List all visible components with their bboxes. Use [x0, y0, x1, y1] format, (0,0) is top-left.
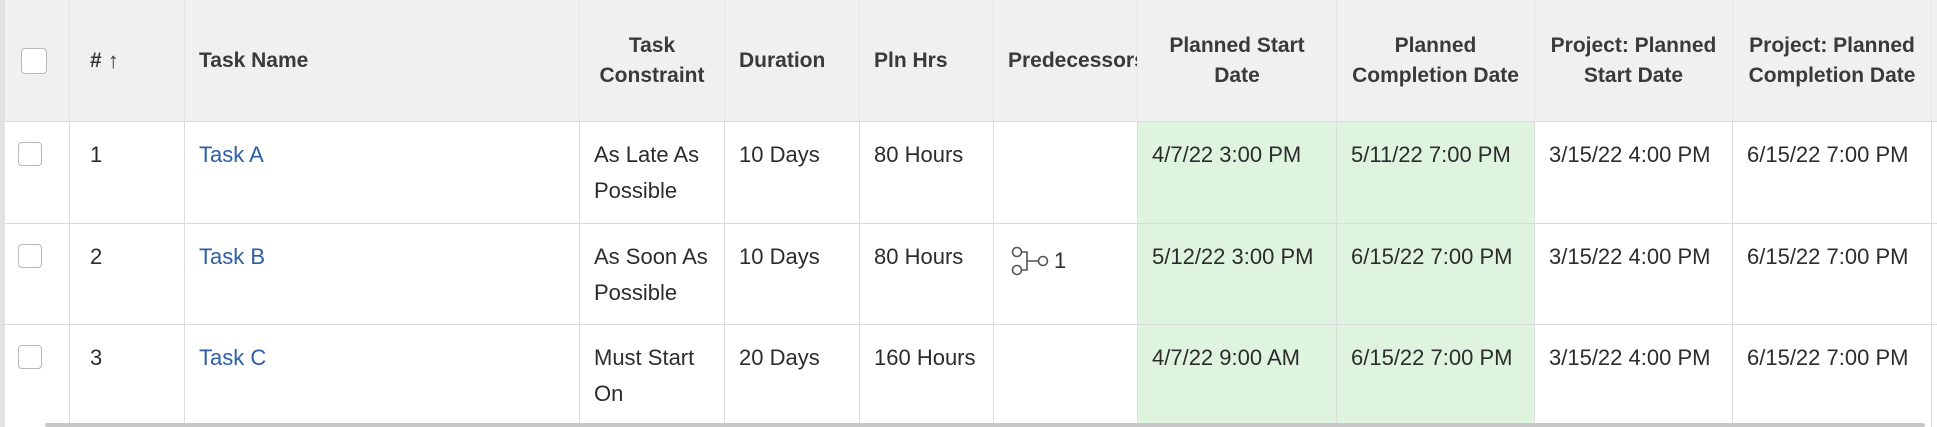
planned-start-date-cell[interactable]: 5/12/22 3:00 PM: [1138, 224, 1337, 324]
row-select-cell: [5, 325, 70, 427]
task-name-link[interactable]: Task B: [199, 244, 265, 269]
pln-hrs-cell[interactable]: 160 Hours: [860, 325, 994, 427]
column-header-task-constraint[interactable]: Task Constraint: [580, 0, 725, 121]
project-planned-start-date-cell: 3/15/22 4:00 PM: [1535, 325, 1733, 427]
column-header-pln-hrs[interactable]: Pln Hrs: [860, 0, 994, 121]
select-all-checkbox[interactable]: [21, 48, 47, 74]
column-header-project-planned-start-date[interactable]: Project: Planned Start Date: [1535, 0, 1733, 121]
duration-cell[interactable]: 10 Days: [725, 224, 860, 324]
table-row[interactable]: 3 Task C Must Start On 20 Days 160 Hours…: [5, 325, 1937, 427]
task-name-link[interactable]: Task C: [199, 345, 266, 370]
planned-completion-date-cell[interactable]: 6/15/22 7:00 PM: [1337, 224, 1535, 324]
task-name-link[interactable]: Task A: [199, 142, 264, 167]
planned-completion-date-cell[interactable]: 6/15/22 7:00 PM: [1337, 325, 1535, 427]
horizontal-scrollbar[interactable]: [45, 423, 1925, 427]
project-planned-completion-date-cell: 6/15/22 7:00 PM: [1733, 325, 1932, 427]
planned-start-date-cell[interactable]: 4/7/22 9:00 AM: [1138, 325, 1337, 427]
table-row[interactable]: 1 Task A As Late As Possible 10 Days 80 …: [5, 122, 1937, 224]
column-label-planned-completion-date: Planned Completion Date: [1352, 33, 1519, 87]
task-constraint-cell[interactable]: Must Start On: [580, 325, 725, 427]
project-planned-completion-date-cell: 6/15/22 7:00 PM: [1733, 122, 1932, 223]
column-header-number[interactable]: # ↑: [70, 0, 185, 121]
row-checkbox[interactable]: [18, 244, 42, 268]
task-name-cell: Task A: [185, 122, 580, 223]
column-header-duration[interactable]: Duration: [725, 0, 860, 121]
duration-cell[interactable]: 20 Days: [725, 325, 860, 427]
task-grid: # ↑ Task Name Task Constraint Duration P…: [0, 0, 1937, 427]
column-header-planned-completion-date[interactable]: Planned Completion Date: [1337, 0, 1535, 121]
column-label-number: #: [90, 48, 102, 72]
task-constraint-cell[interactable]: As Soon As Possible: [580, 224, 725, 324]
row-number: 3: [70, 325, 185, 427]
task-name-cell: Task B: [185, 224, 580, 324]
column-label-duration: Duration: [739, 48, 826, 72]
row-number: 1: [70, 122, 185, 223]
duration-cell[interactable]: 10 Days: [725, 122, 860, 223]
column-label-predecessors: Predecessors: [1008, 48, 1138, 72]
row-select-cell: [5, 122, 70, 223]
project-planned-start-date-cell: 3/15/22 4:00 PM: [1535, 224, 1733, 324]
column-label-task-constraint: Task Constraint: [599, 33, 705, 87]
planned-start-date-cell[interactable]: 4/7/22 3:00 PM: [1138, 122, 1337, 223]
column-header-project-planned-completion-date[interactable]: Project: Planned Completion Date: [1733, 0, 1932, 121]
row-checkbox[interactable]: [18, 345, 42, 369]
predecessor-link-icon: [1011, 246, 1049, 276]
predecessors-cell[interactable]: [994, 122, 1138, 223]
column-label-planned-start-date: Planned Start Date: [1169, 33, 1305, 87]
row-number: 2: [70, 224, 185, 324]
column-header-planned-start-date[interactable]: Planned Start Date: [1138, 0, 1337, 121]
column-label-pln-hrs: Pln Hrs: [874, 48, 948, 72]
predecessors-cell[interactable]: 1: [994, 224, 1138, 324]
row-select-cell: [5, 224, 70, 324]
pln-hrs-cell[interactable]: 80 Hours: [860, 224, 994, 324]
column-header-task-name[interactable]: Task Name: [185, 0, 580, 121]
predecessor-link[interactable]: 1: [994, 224, 1137, 276]
column-label-project-planned-completion-date: Project: Planned Completion Date: [1748, 33, 1916, 87]
task-name-cell: Task C: [185, 325, 580, 427]
column-header-predecessors[interactable]: Predecessors: [994, 0, 1138, 121]
row-checkbox[interactable]: [18, 142, 42, 166]
project-planned-completion-date-cell: 6/15/22 7:00 PM: [1733, 224, 1932, 324]
predecessors-cell[interactable]: [994, 325, 1138, 427]
table-row[interactable]: 2 Task B As Soon As Possible 10 Days 80 …: [5, 224, 1937, 325]
task-constraint-cell[interactable]: As Late As Possible: [580, 122, 725, 223]
pln-hrs-cell[interactable]: 80 Hours: [860, 122, 994, 223]
select-all-cell: [5, 0, 70, 121]
column-label-task-name: Task Name: [199, 48, 309, 72]
predecessor-number: 1: [1054, 248, 1067, 273]
sort-ascending-icon: ↑: [107, 47, 119, 73]
planned-completion-date-cell[interactable]: 5/11/22 7:00 PM: [1337, 122, 1535, 223]
table-header: # ↑ Task Name Task Constraint Duration P…: [5, 0, 1937, 122]
column-label-project-planned-start-date: Project: Planned Start Date: [1550, 33, 1717, 87]
project-planned-start-date-cell: 3/15/22 4:00 PM: [1535, 122, 1733, 223]
